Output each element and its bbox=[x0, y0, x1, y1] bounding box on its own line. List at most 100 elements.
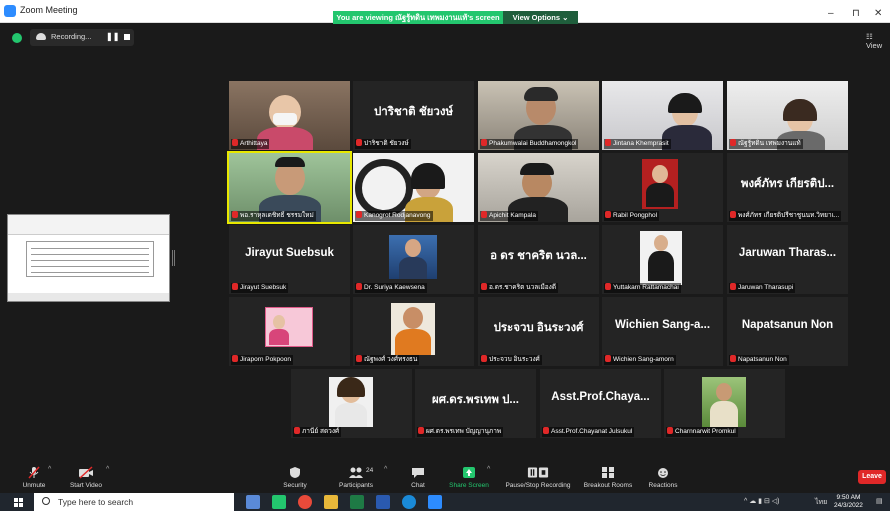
start-video-button[interactable]: Start Video bbox=[64, 461, 108, 493]
video-tile[interactable]: ปาริชาติ ชัยวงษ์ ปาริชาติ ชัยวงษ์ bbox=[353, 81, 474, 150]
participant-name: Jirayut Suebsuk bbox=[240, 284, 287, 291]
chat-button[interactable]: Chat bbox=[406, 461, 430, 493]
video-tile[interactable]: Kanogrot Rodjanavong bbox=[353, 153, 474, 222]
meeting-top-bar: Recording... ❚❚ ☷ View bbox=[0, 29, 890, 50]
minimize-button[interactable]: – bbox=[828, 8, 834, 19]
video-tile[interactable]: Rabil Pongphol bbox=[602, 153, 723, 222]
system-tray-icons[interactable]: ^ ☁ ▮ ⊟ ◁) bbox=[744, 497, 780, 505]
line-app-icon[interactable] bbox=[272, 495, 286, 509]
excel-icon[interactable] bbox=[350, 495, 364, 509]
pause-recording-icon[interactable]: ❚❚ bbox=[106, 32, 119, 41]
video-tile[interactable]: Jintana Khemprasit bbox=[602, 81, 723, 150]
participant-name: อ.ดร.ชาคริต นวลเมืองดี bbox=[489, 284, 557, 291]
pause-stop-recording-button[interactable]: Pause/Stop Recording bbox=[500, 461, 576, 493]
video-tile[interactable]: ภานีย์ สดวงศ์ bbox=[291, 369, 412, 438]
participant-name: ภานีย์ สดวงศ์ bbox=[302, 428, 340, 435]
security-button[interactable]: Security bbox=[278, 461, 312, 493]
participant-name: Phakumwalai Buddhamongkol bbox=[489, 140, 577, 147]
word-icon[interactable] bbox=[376, 495, 390, 509]
window-title: Zoom Meeting bbox=[20, 5, 78, 15]
meeting-toolbar: Unmute ^ Start Video ^ Security Particip… bbox=[0, 461, 890, 493]
edge-icon[interactable] bbox=[402, 495, 416, 509]
task-view-icon[interactable] bbox=[246, 495, 260, 509]
participant-name-display: Napatsanun Non bbox=[741, 319, 834, 331]
breakout-rooms-icon bbox=[602, 467, 614, 478]
participants-icon bbox=[349, 467, 363, 478]
audio-options-caret[interactable]: ^ bbox=[48, 466, 51, 473]
zoom-taskbar-icon[interactable] bbox=[428, 495, 442, 509]
windows-start-icon[interactable] bbox=[14, 498, 23, 507]
participant-name: Jaruwan Tharasupi bbox=[738, 284, 794, 291]
zoom-logo-icon bbox=[4, 5, 16, 17]
video-tile[interactable]: Charnnarwit Promkul bbox=[664, 369, 785, 438]
video-tile[interactable]: ผศ.ดร.พรเทพ ป... ผศ.ดร.พรเทพ บัญญานุภาพ bbox=[415, 369, 536, 438]
participant-name: ประจวบ อินระวงศ์ bbox=[489, 356, 540, 363]
participant-name: พงศ์ภัทร เกียรติปรีชาชูนนท.วิทยาเ... bbox=[738, 212, 840, 219]
video-tile[interactable]: Jirayut Suebsuk Jirayut Suebsuk bbox=[229, 225, 350, 294]
participants-count: 24 bbox=[366, 467, 374, 474]
participant-name-display: Jirayut Suebsuk bbox=[245, 247, 334, 259]
taskbar-clock[interactable]: 9:50 AM 24/3/2022 bbox=[834, 494, 863, 510]
participant-name: ณัฐพงศ์ วงศ์ทรงธน bbox=[364, 356, 418, 363]
video-tile[interactable]: พงศ์ภัทร เกียรติป... พงศ์ภัทร เกียรติปรี… bbox=[727, 153, 848, 222]
video-tile[interactable]: Yuttakarn Rattamachai bbox=[602, 225, 723, 294]
video-tile[interactable]: Wichien Sang-a... Wichien Sang-amorn bbox=[602, 297, 723, 366]
participant-name: ผศ.ดร.พรเทพ บัญญานุภาพ bbox=[426, 428, 502, 435]
video-tile-active-speaker[interactable]: พอ.ราหุลเดชิทธิ์ ชรรมใหม่ bbox=[227, 151, 352, 224]
close-button[interactable]: ✕ bbox=[874, 8, 882, 19]
participants-caret[interactable]: ^ bbox=[384, 466, 387, 473]
participants-button[interactable]: Participants bbox=[334, 461, 378, 493]
participant-name: Asst.Prof.Chayanat Julsukul bbox=[551, 428, 633, 435]
stop-recording-icon[interactable] bbox=[124, 34, 130, 40]
document-status-bar bbox=[8, 293, 169, 301]
participant-name-display: ผศ.ดร.พรเทพ ป... bbox=[431, 394, 519, 406]
video-tile[interactable]: Asst.Prof.Chaya... Asst.Prof.Chayanat Ju… bbox=[540, 369, 661, 438]
participant-name: Jintana Khemprasit bbox=[613, 140, 669, 147]
recording-indicator: Recording... ❚❚ bbox=[30, 29, 134, 46]
windows-taskbar: Type here to search ^ ☁ ▮ ⊟ ◁) ไทย 9:50 … bbox=[0, 493, 890, 511]
share-screen-icon bbox=[463, 467, 475, 478]
leave-button[interactable]: Leave bbox=[858, 470, 886, 484]
camera-off-icon bbox=[79, 466, 93, 479]
participant-name-display: Jaruwan Tharas... bbox=[738, 247, 837, 259]
file-explorer-icon[interactable] bbox=[324, 495, 338, 509]
cloud-icon bbox=[36, 33, 46, 40]
participant-name-display: ประจวบ อินระวงศ์ bbox=[493, 322, 584, 334]
participant-name: Yuttakarn Rattamachai bbox=[613, 284, 679, 291]
chrome-icon[interactable] bbox=[298, 495, 312, 509]
video-tile[interactable]: Arthittaya bbox=[229, 81, 350, 150]
participant-name: Wichien Sang-amorn bbox=[613, 356, 674, 363]
notifications-icon[interactable]: ▤ bbox=[876, 497, 883, 505]
breakout-rooms-button[interactable]: Breakout Rooms bbox=[580, 461, 636, 493]
participant-name: Rabil Pongphol bbox=[613, 212, 658, 219]
view-button[interactable]: ☷ View bbox=[866, 32, 890, 50]
video-tile[interactable]: Phakumwalai Buddhamongkol bbox=[478, 81, 599, 150]
search-placeholder: Type here to search bbox=[58, 497, 134, 507]
video-tile[interactable]: Napatsanun Non Napatsanun Non bbox=[727, 297, 848, 366]
video-tile[interactable]: Jaruwan Tharas... Jaruwan Tharasupi bbox=[727, 225, 848, 294]
participant-name: ณัฐรู้ทดิน เทพมงานแท้ bbox=[738, 140, 801, 147]
video-tile[interactable]: Apichit Kampala bbox=[478, 153, 599, 222]
input-language[interactable]: ไทย bbox=[815, 497, 827, 508]
participant-name: Arthittaya bbox=[240, 140, 268, 147]
video-tile[interactable]: ประจวบ อินระวงศ์ ประจวบ อินระวงศ์ bbox=[478, 297, 599, 366]
share-screen-button[interactable]: Share Screen bbox=[446, 461, 492, 493]
video-tile[interactable]: ณัฐรู้ทดิน เทพมงานแท้ bbox=[727, 81, 848, 150]
video-tile[interactable]: Dr. Suriya Kaewsena bbox=[353, 225, 474, 294]
restore-button[interactable]: ⊓ bbox=[852, 8, 860, 19]
shared-screen-thumbnail[interactable] bbox=[7, 214, 170, 302]
pause-stop-icon bbox=[527, 467, 549, 478]
video-options-caret[interactable]: ^ bbox=[106, 466, 109, 473]
security-shield-icon[interactable] bbox=[12, 33, 22, 43]
share-options-caret[interactable]: ^ bbox=[487, 466, 490, 473]
reactions-button[interactable]: Reactions bbox=[646, 461, 680, 493]
view-options-button[interactable]: View Options ⌄ bbox=[503, 11, 578, 24]
video-tile[interactable]: Jiraporn Pokpoon bbox=[229, 297, 350, 366]
participant-name-display: อ ดร ชาคริต นวล... bbox=[490, 250, 587, 262]
video-tile[interactable]: ณัฐพงศ์ วงศ์ทรงธน bbox=[353, 297, 474, 366]
participant-name: Dr. Suriya Kaewsena bbox=[364, 284, 425, 291]
microphone-muted-icon bbox=[28, 466, 40, 479]
video-tile[interactable]: อ ดร ชาคริต นวล... อ.ดร.ชาคริต นวลเมืองด… bbox=[478, 225, 599, 294]
taskbar-search-box[interactable]: Type here to search bbox=[34, 493, 234, 511]
split-resize-handle[interactable] bbox=[172, 250, 175, 266]
